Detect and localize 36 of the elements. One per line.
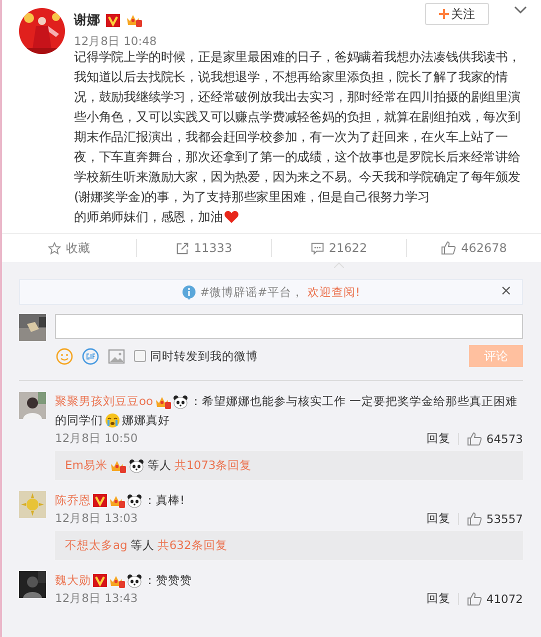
replies-count-link[interactable]: 共632条回复 bbox=[157, 538, 228, 553]
comment-text: 娜娜真好 bbox=[122, 412, 170, 429]
repost-label: 同时转发到我的微博 bbox=[150, 348, 258, 364]
replier-name[interactable]: 不想太多ag bbox=[65, 538, 128, 553]
comment-text: ：赞赞赞 bbox=[144, 572, 192, 589]
post-time: 12月8日 10:48 bbox=[74, 34, 158, 49]
like-button[interactable]: 53557 bbox=[467, 512, 523, 526]
action-button[interactable]: 收藏 bbox=[48, 239, 90, 257]
action-button[interactable]: 11333 bbox=[176, 239, 232, 257]
commenter-name[interactable]: 陈乔恩 bbox=[55, 491, 91, 510]
comment-time: 12月8日 13:03 bbox=[55, 511, 138, 526]
replier-name[interactable]: Em易米 bbox=[65, 458, 108, 473]
notice-link[interactable]: 欢迎查阅! bbox=[307, 284, 360, 300]
post-text: 记得学院上学的时候，正是家里最困难的日子，爸妈瞒着我想办法凑钱供我读书，我知道以后去找院长，说我想退学，不想再给家里添负担，院长了解了我家的情况，鼓励我继续学习，还经常破例放我出去实习，那时经常在四川拍摄的剧组里演些小角色，又可以实践又可以赚点学费减轻爸妈的负担，就算在剧组拍戏，每次到期末作品汇报演出，我都会赶回学校参加，有一次为了赶回来，在火车上站了一夜，下车直奔舞台，那次还拿到了第一的成绩，这个故事也是罗院长后来经常讲给学校新生听来激励大家，因为热爱，因为来之不易。今天我和学院确定了每年颁发(谢娜奖学金)的事，为了支持那些家里困难，但是自己很努力学习 bbox=[74, 48, 522, 206]
reply-button[interactable]: 回复 bbox=[426, 591, 450, 606]
reply-button[interactable]: 回复 bbox=[426, 511, 450, 526]
replies-count-link[interactable]: 共1073条回复 bbox=[174, 458, 252, 473]
replies-others: 等人 bbox=[130, 538, 154, 553]
follow-button[interactable]: 关注 bbox=[425, 3, 489, 25]
comment-time: 12月8日 10:50 bbox=[55, 431, 138, 446]
notice-text: #微博辟谣#平台， bbox=[200, 284, 304, 300]
close-button[interactable]: × bbox=[500, 283, 512, 299]
action-button[interactable]: 21622 bbox=[310, 239, 368, 257]
post-text: 的师弟师妹们，感恩，加油 bbox=[74, 208, 223, 226]
comment-text: ：真棒! bbox=[144, 492, 185, 509]
commenter-name[interactable]: 聚聚男孩刘豆豆oo bbox=[55, 392, 154, 411]
author-name[interactable]: 谢娜 bbox=[74, 11, 100, 29]
comment-time: 12月8日 13:43 bbox=[55, 591, 138, 606]
comment-text: 的同学们 bbox=[55, 412, 103, 429]
comment-text: ：希望娜娜也能参与核实工作 一定要把奖学金给那些真正困难 bbox=[190, 393, 518, 410]
replies-others: 等人 bbox=[147, 458, 172, 473]
reply-button[interactable]: 回复 bbox=[426, 431, 450, 446]
like-button[interactable]: 41072 bbox=[467, 592, 523, 606]
like-button[interactable]: 64573 bbox=[467, 432, 523, 446]
action-button[interactable]: 462678 bbox=[441, 239, 507, 257]
commenter-name[interactable]: 魏大勋 bbox=[55, 571, 91, 590]
